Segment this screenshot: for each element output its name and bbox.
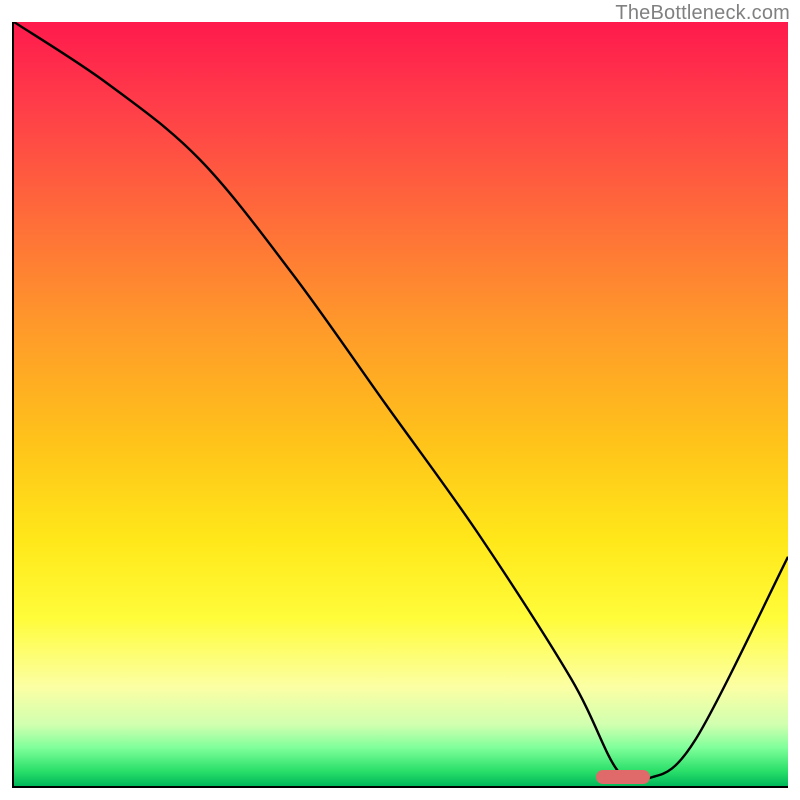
- plot-area: [12, 22, 788, 788]
- optimal-marker: [596, 770, 650, 784]
- curve-svg: [14, 22, 788, 786]
- bottleneck-curve-path: [14, 22, 788, 783]
- bottleneck-chart: TheBottleneck.com: [0, 0, 800, 800]
